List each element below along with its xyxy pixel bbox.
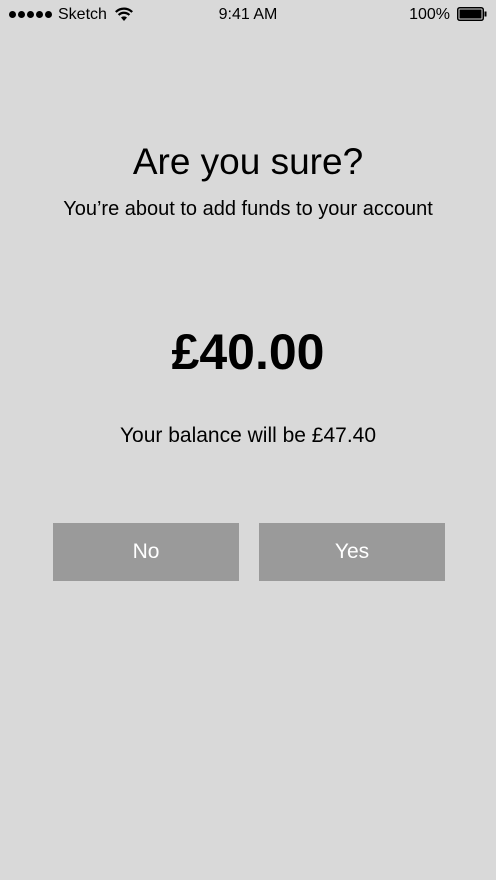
dialog-subtitle: You’re about to add funds to your accoun…	[63, 198, 433, 220]
balance-text: Your balance will be £47.40	[119, 424, 377, 447]
amount-value: £40.00	[171, 324, 325, 380]
status-bar: Sketch 9:41 AM 100%	[0, 0, 496, 30]
no-button[interactable]: No	[53, 523, 239, 581]
battery-percent: 100%	[409, 6, 450, 23]
dialog-title: Are you sure?	[132, 141, 364, 182]
battery-icon	[457, 7, 487, 21]
yes-button[interactable]: Yes	[259, 523, 445, 581]
